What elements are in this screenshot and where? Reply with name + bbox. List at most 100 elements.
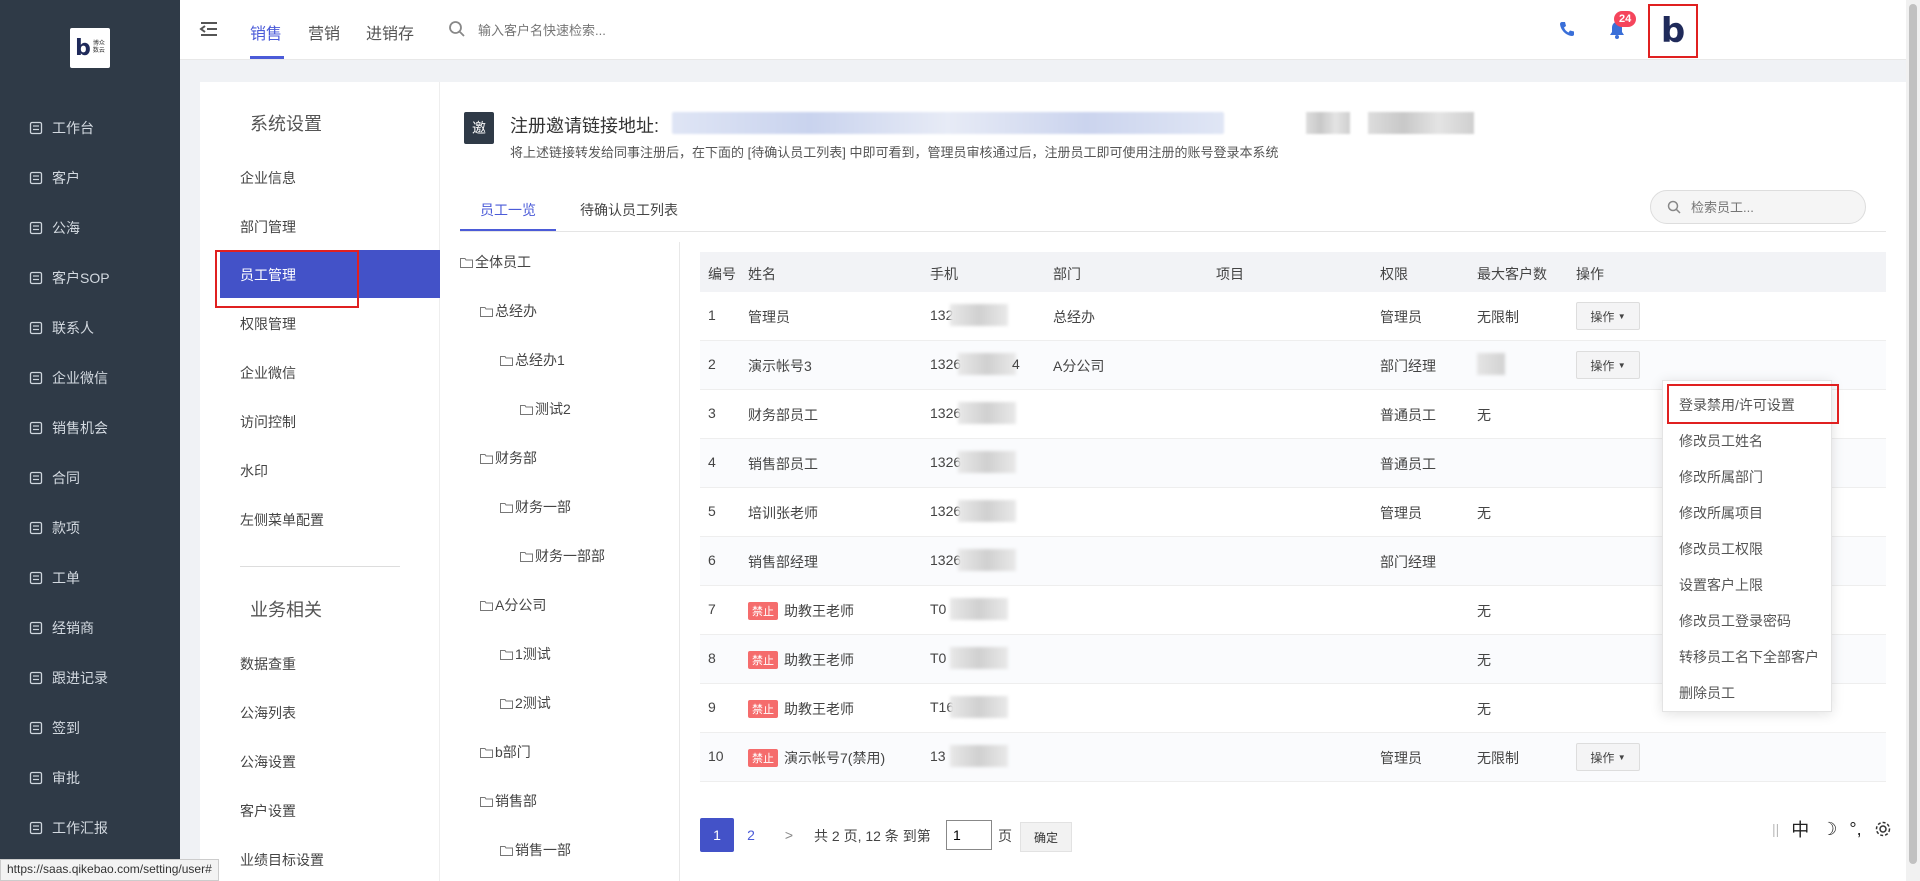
table-row[interactable]: 10 禁止 演示帐号7(禁用) 13 管理员 无限制 操作 ▼: [700, 733, 1886, 782]
active-tab-indicator: [250, 56, 284, 59]
department-node[interactable]: 财务部: [480, 448, 537, 468]
next-page-button[interactable]: >: [772, 818, 806, 852]
department-node[interactable]: 测试2: [520, 399, 571, 419]
tab-inventory[interactable]: 进销存: [366, 20, 414, 44]
dropdown-menu-item[interactable]: 修改员工登录密码: [1679, 611, 1791, 631]
department-node[interactable]: 全体员工: [460, 252, 531, 272]
cell-name: 禁止 助教王老师: [748, 601, 854, 621]
dropdown-menu-item[interactable]: 修改员工姓名: [1679, 431, 1763, 451]
department-node[interactable]: A分公司: [480, 595, 546, 615]
invite-link-redacted: [672, 112, 1224, 134]
nav-item[interactable]: 工作台: [28, 116, 94, 140]
page-2-button[interactable]: 2: [734, 818, 768, 852]
dropdown-menu-item[interactable]: 设置客户上限: [1679, 575, 1763, 595]
user-avatar[interactable]: b: [1648, 4, 1698, 58]
nav-item[interactable]: 客户: [28, 166, 80, 190]
operations-dropdown-menu: 登录禁用/许可设置 修改员工姓名 修改所属部门 修改所属项目 修改员工权限 设置客户上限修…: [1662, 380, 1832, 712]
department-node[interactable]: 销售部: [480, 791, 537, 811]
department-node[interactable]: 总经办: [480, 301, 537, 321]
nav-item[interactable]: 工作汇报: [28, 816, 108, 840]
redacted-block: [1306, 112, 1350, 134]
settings-item-permissions[interactable]: 权限管理: [240, 314, 296, 334]
nav-item[interactable]: 经销商: [28, 616, 94, 640]
table-header: 编号 姓名 手机 部门 项目 权限 最大客户数 操作: [700, 252, 1886, 292]
nav-item[interactable]: 跟进记录: [28, 666, 108, 690]
settings-item-menu-config[interactable]: 左侧菜单配置: [240, 510, 324, 530]
department-tree: 全体员工总经办总经办1 测试2 财务部财务一部财务一部部 A分公司 1测试 2测试 b部门销…: [460, 242, 680, 881]
nav-item[interactable]: 客户SOP: [28, 266, 110, 290]
tab-marketing[interactable]: 营销: [308, 20, 340, 44]
cell-phone: 1326: [930, 503, 962, 519]
banned-badge: 禁止: [748, 700, 778, 718]
brand-logo[interactable]: b 博众 数云: [70, 28, 110, 68]
settings-item-sea-list[interactable]: 公海列表: [240, 703, 296, 723]
settings-item-access-control[interactable]: 访问控制: [240, 412, 296, 432]
folder-icon: [480, 747, 493, 758]
row-operations-button[interactable]: 操作 ▼: [1576, 351, 1640, 379]
nav-item[interactable]: 联系人: [28, 316, 94, 340]
phone-icon[interactable]: [1558, 20, 1576, 38]
nav-item[interactable]: 签到: [28, 716, 80, 740]
customer-search-input[interactable]: [478, 18, 778, 42]
settings-item-sea-settings[interactable]: 公海设置: [240, 752, 296, 772]
department-node[interactable]: 财务一部部: [520, 546, 605, 566]
nav-item[interactable]: 合同: [28, 466, 80, 490]
ime-settings-gear-icon[interactable]: [1874, 820, 1892, 838]
redacted-phone: [958, 500, 1016, 522]
dealer-icon: [28, 620, 44, 636]
ime-moon-icon[interactable]: ☽: [1821, 819, 1837, 840]
payment-icon: [28, 520, 44, 536]
department-node[interactable]: 1测试: [500, 644, 551, 664]
nav-item[interactable]: 销售机会: [28, 416, 108, 440]
settings-item-targets[interactable]: 业绩目标设置: [240, 850, 324, 870]
settings-item-dedupe[interactable]: 数据查重: [240, 654, 296, 674]
nav-item[interactable]: 款项: [28, 516, 80, 540]
dropdown-menu-item[interactable]: 修改所属部门: [1679, 467, 1763, 487]
employee-search-box[interactable]: [1650, 190, 1866, 224]
menu-collapse-icon[interactable]: [198, 18, 220, 40]
ime-punctuation-toggle[interactable]: °,: [1849, 819, 1861, 840]
ime-mode-toggle[interactable]: 中: [1791, 816, 1809, 842]
page-scrollbar-thumb[interactable]: [1909, 4, 1917, 864]
banned-badge: 禁止: [748, 749, 778, 767]
nav-item[interactable]: 公海: [28, 216, 80, 240]
redacted-phone: [950, 647, 1008, 669]
redacted-block: [1368, 112, 1474, 134]
ime-handle[interactable]: ||: [1772, 821, 1779, 837]
department-label: 财务一部部: [535, 548, 605, 564]
row-operations-button[interactable]: 操作 ▼: [1576, 302, 1640, 330]
page-confirm-button[interactable]: 确定: [1020, 822, 1072, 852]
cell-phone-suffix: 4: [1012, 356, 1020, 372]
settings-item-departments[interactable]: 部门管理: [240, 217, 296, 237]
settings-item-wecom[interactable]: 企业微信: [240, 363, 296, 383]
department-node[interactable]: 2测试: [500, 693, 551, 713]
nav-item-label: 工作汇报: [52, 820, 108, 836]
settings-item-customer-settings[interactable]: 客户设置: [240, 801, 296, 821]
row-operations-button[interactable]: 操作 ▼: [1576, 743, 1640, 771]
department-node[interactable]: 总经办1: [500, 350, 565, 370]
table-row[interactable]: 1 管理员 132 总经办 管理员 无限制 操作 ▼: [700, 292, 1886, 341]
settings-item-watermark[interactable]: 水印: [240, 461, 268, 481]
column-header: 最大客户数: [1477, 266, 1547, 282]
nav-item[interactable]: 工单: [28, 566, 80, 590]
settings-item-company-info[interactable]: 企业信息: [240, 168, 296, 188]
department-node[interactable]: b部门: [480, 742, 531, 762]
dropdown-menu-item[interactable]: 删除员工: [1679, 683, 1735, 703]
dropdown-menu-item[interactable]: 修改员工权限: [1679, 539, 1763, 559]
tab-sales[interactable]: 销售: [250, 20, 282, 44]
nav-item[interactable]: 审批: [28, 766, 80, 790]
tab-pending-employees[interactable]: 待确认员工列表: [580, 200, 678, 220]
page-1-button[interactable]: 1: [700, 818, 734, 852]
tab-employee-list[interactable]: 员工一览: [480, 200, 536, 220]
banned-badge: 禁止: [748, 651, 778, 669]
column-header: 部门: [1053, 266, 1081, 282]
cell-max-customers: 无: [1477, 652, 1491, 668]
dropdown-menu-item[interactable]: 修改所属项目: [1679, 503, 1763, 523]
employee-search-input[interactable]: [1691, 197, 1851, 217]
department-node[interactable]: 销售一部: [500, 840, 571, 860]
dropdown-menu-item[interactable]: 转移员工名下全部客户: [1679, 647, 1819, 667]
cell-no: 4: [708, 454, 716, 470]
department-node[interactable]: 财务一部: [500, 497, 571, 517]
page-jump-input[interactable]: [946, 820, 992, 850]
nav-item[interactable]: 企业微信: [28, 366, 108, 390]
